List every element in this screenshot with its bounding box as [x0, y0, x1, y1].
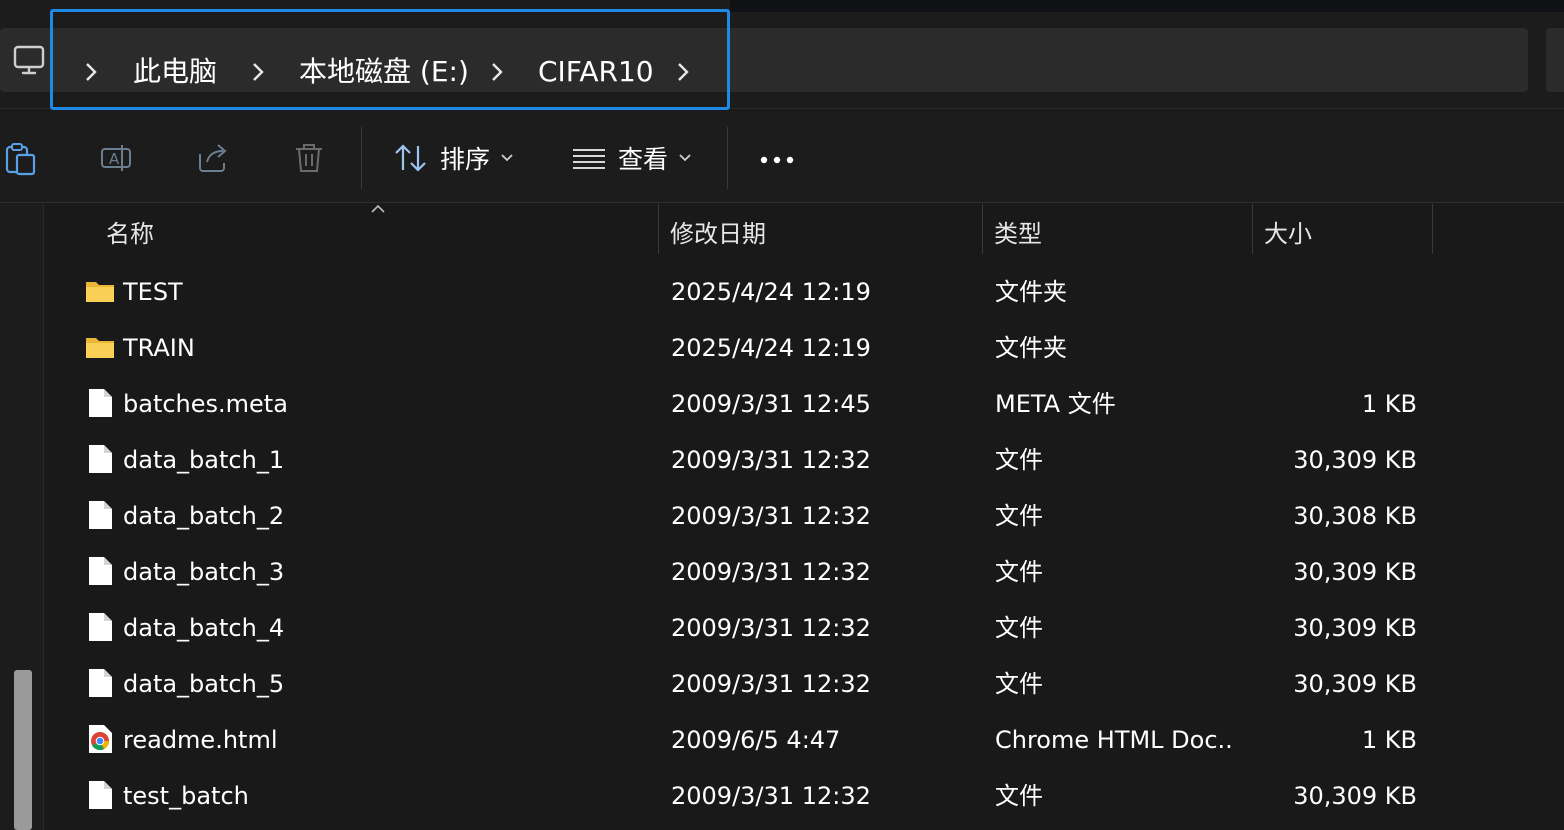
- file-modified-date: 2025/4/24 12:19: [671, 334, 871, 362]
- file-size: [1265, 328, 1417, 368]
- file-name: data_batch_2: [123, 502, 285, 530]
- file-row[interactable]: data_batch_2 2009/3/31 12:32 文件 30,308 KB: [45, 488, 1564, 544]
- column-header-size[interactable]: 大小: [1264, 214, 1312, 254]
- chevron-right-icon[interactable]: [487, 59, 507, 85]
- command-bar: A 排序 查看: [0, 110, 1564, 203]
- file-modified-date: 2009/3/31 12:32: [671, 446, 871, 474]
- file-type: META 文件: [995, 390, 1116, 418]
- file-list: 名称 修改日期 类型 大小 TEST 2025/4/24 12:19 文件夹 TRAI…: [45, 204, 1564, 830]
- svg-text:A: A: [109, 150, 120, 168]
- chevron-down-icon: [501, 154, 513, 162]
- more-icon[interactable]: [760, 155, 796, 165]
- file-size: 1 KB: [1361, 726, 1417, 754]
- column-header-modified[interactable]: 修改日期: [670, 214, 766, 254]
- view-button[interactable]: 查看: [572, 136, 692, 180]
- file-size: 30,309 KB: [1293, 446, 1417, 474]
- file-size: 30,308 KB: [1293, 502, 1417, 530]
- file-type: 文件: [995, 502, 1043, 530]
- file-name: data_batch_5: [123, 670, 285, 698]
- column-divider[interactable]: [982, 204, 983, 254]
- file-modified-date: 2009/3/31 12:32: [671, 670, 871, 698]
- column-divider[interactable]: [1252, 204, 1253, 254]
- sort-button[interactable]: 排序: [394, 136, 514, 180]
- file-type: 文件: [995, 670, 1043, 698]
- file-modified-date: 2009/6/5 4:47: [671, 726, 841, 754]
- file-type: 文件: [995, 782, 1043, 810]
- view-label: 查看: [618, 145, 669, 174]
- file-name: TRAIN: [123, 334, 195, 362]
- column-header-name[interactable]: 名称: [106, 214, 154, 254]
- breadcrumb-cifar10[interactable]: CIFAR10: [538, 52, 654, 92]
- column-header-type[interactable]: 类型: [994, 214, 1042, 254]
- navigation-pane[interactable]: [0, 204, 44, 830]
- file-modified-date: 2009/3/31 12:32: [671, 614, 871, 642]
- file-type: 文件夹: [995, 334, 1067, 362]
- chevron-right-icon[interactable]: [81, 59, 101, 85]
- this-pc-icon[interactable]: [12, 42, 48, 78]
- file-size: 30,309 KB: [1293, 614, 1417, 642]
- rename-icon[interactable]: A: [98, 140, 134, 176]
- file-name: data_batch_1: [123, 446, 285, 474]
- toolbar-divider: [727, 127, 728, 189]
- paste-icon[interactable]: [2, 140, 38, 176]
- file-name: TEST: [123, 278, 183, 306]
- file-type: 文件: [995, 558, 1043, 586]
- navigation-scrollbar-thumb[interactable]: [14, 670, 32, 830]
- file-size: 30,309 KB: [1293, 782, 1417, 810]
- chevron-right-icon[interactable]: [248, 59, 268, 85]
- file-modified-date: 2009/3/31 12:45: [671, 390, 871, 418]
- file-size: 30,309 KB: [1293, 670, 1417, 698]
- file-name: data_batch_4: [123, 614, 285, 642]
- file-type: 文件: [995, 446, 1043, 474]
- file-modified-date: 2009/3/31 12:32: [671, 502, 871, 530]
- file-name: readme.html: [123, 726, 278, 754]
- title-strip: [730, 0, 1564, 12]
- file-type: 文件: [995, 614, 1043, 642]
- share-icon[interactable]: [195, 140, 231, 176]
- toolbar-divider: [361, 127, 362, 189]
- file-row[interactable]: data_batch_4 2009/3/31 12:32 文件 30,309 KB: [45, 600, 1564, 656]
- file-row[interactable]: data_batch_3 2009/3/31 12:32 文件 30,309 KB: [45, 544, 1564, 600]
- file-modified-date: 2009/3/31 12:32: [671, 782, 871, 810]
- file-modified-date: 2009/3/31 12:32: [671, 558, 871, 586]
- file-row[interactable]: TEST 2025/4/24 12:19 文件夹: [45, 264, 1564, 320]
- search-box[interactable]: [1546, 28, 1564, 92]
- file-type: Chrome HTML Doc...: [995, 726, 1235, 754]
- file-row[interactable]: data_batch_1 2009/3/31 12:32 文件 30,309 KB: [45, 432, 1564, 488]
- file-type: 文件夹: [995, 278, 1067, 306]
- file-name: data_batch_3: [123, 558, 285, 586]
- file-size: 1 KB: [1361, 390, 1417, 418]
- chevron-down-icon: [679, 154, 691, 162]
- column-divider[interactable]: [658, 204, 659, 254]
- column-divider[interactable]: [1432, 204, 1433, 254]
- delete-icon[interactable]: [291, 140, 327, 176]
- file-explorer-window: 此电脑 本地磁盘 (E:) CIFAR10 A 排序 查看 名称 修改日期 类型…: [0, 0, 1564, 830]
- file-row[interactable]: readme.html 2009/6/5 4:47 Chrome HTML Doc.…: [45, 712, 1564, 768]
- file-modified-date: 2025/4/24 12:19: [671, 278, 871, 306]
- view-icon: [573, 149, 605, 169]
- sort-ascending-icon: [371, 204, 385, 213]
- file-name: test_batch: [123, 782, 249, 810]
- file-size: 30,309 KB: [1293, 558, 1417, 586]
- file-row[interactable]: test_batch 2009/3/31 12:32 文件 30,309 KB: [45, 768, 1564, 824]
- file-size: [1265, 272, 1417, 312]
- file-row[interactable]: TRAIN 2025/4/24 12:19 文件夹: [45, 320, 1564, 376]
- sort-icon: [395, 144, 426, 172]
- file-row[interactable]: data_batch_5 2009/3/31 12:32 文件 30,309 KB: [45, 656, 1564, 712]
- breadcrumb: 此电脑 本地磁盘 (E:) CIFAR10: [50, 9, 730, 110]
- sort-label: 排序: [440, 145, 491, 174]
- breadcrumb-this-pc[interactable]: 此电脑: [133, 52, 217, 92]
- breadcrumb-local-disk[interactable]: 本地磁盘 (E:): [299, 52, 469, 92]
- chevron-right-icon[interactable]: [673, 59, 693, 85]
- address-bar-row: 此电脑 本地磁盘 (E:) CIFAR10: [0, 0, 1564, 110]
- file-row[interactable]: batches.meta 2009/3/31 12:45 META 文件 1 KB: [45, 376, 1564, 432]
- file-name: batches.meta: [123, 390, 288, 418]
